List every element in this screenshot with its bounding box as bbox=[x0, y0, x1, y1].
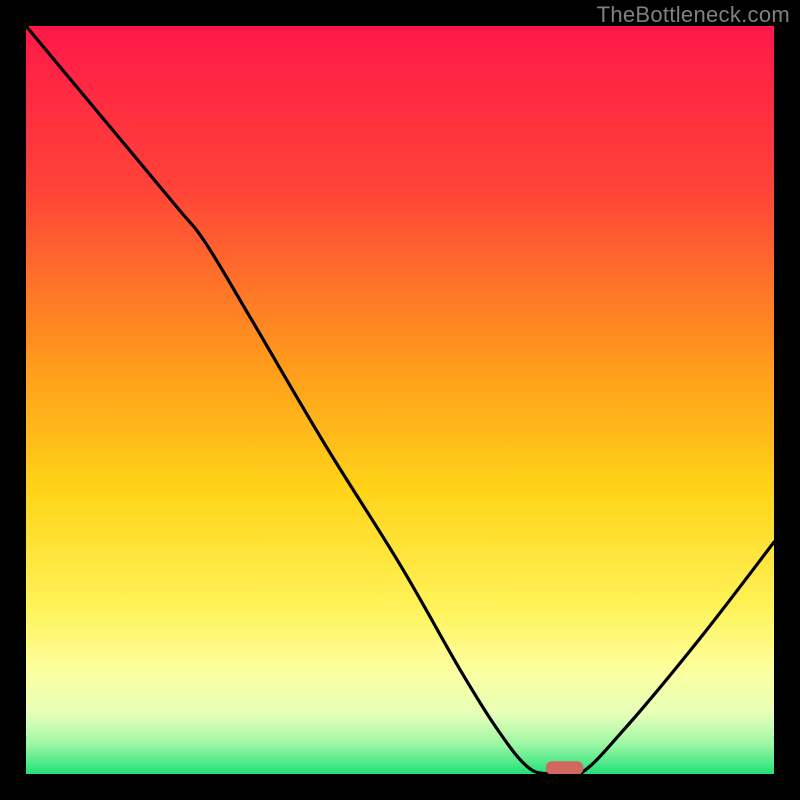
gradient-background bbox=[26, 26, 774, 774]
chart-frame: TheBottleneck.com bbox=[0, 0, 800, 800]
watermark-text: TheBottleneck.com bbox=[597, 2, 790, 28]
plot-svg bbox=[26, 26, 774, 774]
optimal-marker bbox=[546, 761, 583, 774]
plot-area bbox=[26, 26, 774, 774]
